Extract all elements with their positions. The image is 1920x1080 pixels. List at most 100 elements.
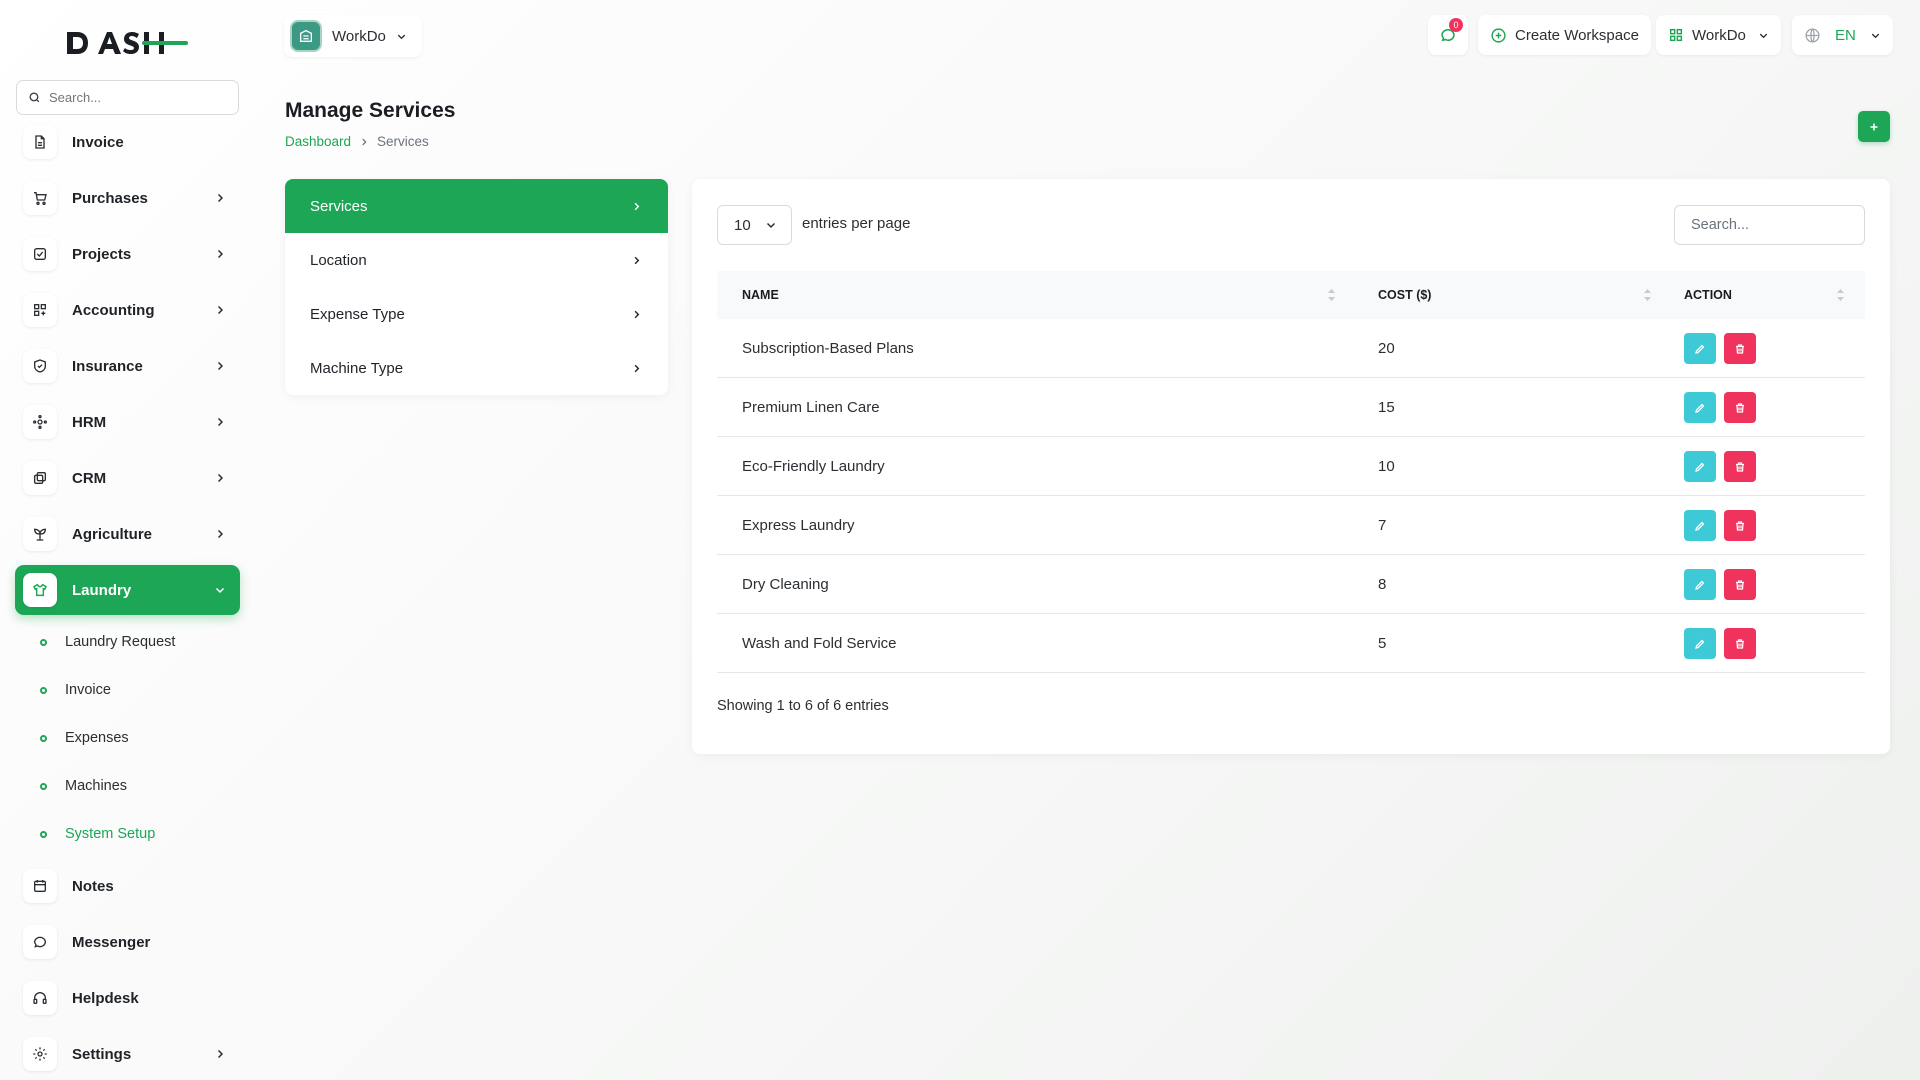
delete-button[interactable] [1724, 628, 1756, 659]
chevron-right-icon [631, 255, 642, 266]
chevron-right-icon [631, 309, 642, 320]
bullet-icon [40, 687, 47, 694]
setup-menu-item-services[interactable]: Services [285, 179, 668, 233]
service-cost: 7 [1378, 496, 1386, 555]
chevron-down-icon [1870, 30, 1881, 41]
delete-button[interactable] [1724, 392, 1756, 423]
service-cost: 8 [1378, 555, 1386, 614]
sidebar-item-messenger[interactable]: Messenger [15, 917, 240, 967]
sidebar-item-label: Projects [72, 246, 214, 263]
dash-logo[interactable] [64, 28, 190, 58]
delete-button[interactable] [1724, 510, 1756, 541]
sort-icon [1836, 288, 1845, 302]
sidebar-item-label: Invoice [72, 134, 240, 151]
edit-button[interactable] [1684, 569, 1716, 600]
entries-per-page-label: entries per page [802, 215, 910, 232]
sidebar-item-crm[interactable]: CRM [15, 453, 240, 503]
create-workspace-button[interactable]: Create Workspace [1478, 15, 1651, 55]
plant-icon [23, 517, 57, 551]
column-header-name[interactable]: Name [742, 271, 1342, 319]
sidebar-item-settings[interactable]: Settings [15, 1029, 240, 1079]
workspace-switcher[interactable]: WorkDo [284, 15, 422, 57]
column-header-action[interactable]: Action [1684, 271, 1854, 319]
service-cost: 20 [1378, 319, 1395, 378]
submenu-item-label: Expenses [65, 730, 129, 746]
table-row: Premium Linen Care 15 [717, 378, 1865, 437]
sort-icon [1643, 288, 1652, 302]
calendar-icon [23, 869, 57, 903]
apps-icon [1668, 27, 1684, 43]
add-service-button[interactable] [1858, 111, 1890, 142]
sidebar-item-label: Insurance [72, 358, 214, 375]
messages-button[interactable]: 0 [1428, 15, 1468, 55]
language-selector[interactable]: EN [1792, 15, 1893, 55]
submenu-item-laundry-request[interactable]: Laundry Request [40, 627, 175, 657]
column-header-cost[interactable]: Cost ($) [1378, 271, 1668, 319]
sidebar-item-hrm[interactable]: HRM [15, 397, 240, 447]
trash-icon [1734, 461, 1746, 473]
sidebar-item-invoice[interactable]: Invoice [15, 117, 240, 167]
edit-button[interactable] [1684, 451, 1716, 482]
users-icon [23, 405, 57, 439]
entries-per-page-select[interactable]: 10 [717, 205, 792, 245]
sidebar-item-projects[interactable]: Projects [15, 229, 240, 279]
checkbox-icon [23, 237, 57, 271]
trash-icon [1734, 579, 1746, 591]
sidebar-item-insurance[interactable]: Insurance [15, 341, 240, 391]
service-name: Subscription-Based Plans [742, 319, 914, 378]
submenu-item-label: Invoice [65, 682, 111, 698]
setup-menu-item-location[interactable]: Location [285, 233, 668, 287]
setup-menu-label: Machine Type [310, 360, 403, 377]
trash-icon [1734, 520, 1746, 532]
submenu-item-expenses[interactable]: Expenses [40, 723, 129, 753]
trash-icon [1734, 343, 1746, 355]
submenu-item-invoice[interactable]: Invoice [40, 675, 111, 705]
service-cost: 15 [1378, 378, 1395, 437]
workspace-menu-label: WorkDo [1692, 27, 1746, 44]
pencil-icon [1694, 402, 1706, 414]
file-icon [23, 125, 57, 159]
submenu-item-machines[interactable]: Machines [40, 771, 127, 801]
grid-icon [23, 293, 57, 327]
edit-button[interactable] [1684, 510, 1716, 541]
service-name: Express Laundry [742, 496, 855, 555]
chevron-right-icon [214, 416, 226, 428]
edit-button[interactable] [1684, 392, 1716, 423]
submenu-item-label: Machines [65, 778, 127, 794]
setup-menu-item-expense-type[interactable]: Expense Type [285, 287, 668, 341]
breadcrumb-dashboard-link[interactable]: Dashboard [285, 134, 351, 149]
edit-button[interactable] [1684, 628, 1716, 659]
setup-menu-label: Services [310, 198, 368, 215]
service-cost: 10 [1378, 437, 1395, 496]
delete-button[interactable] [1724, 451, 1756, 482]
chevron-right-icon [214, 248, 226, 260]
chevron-down-icon [765, 219, 777, 231]
setup-menu-label: Location [310, 252, 367, 269]
sidebar-item-accounting[interactable]: Accounting [15, 285, 240, 335]
sort-icon [1327, 288, 1336, 302]
table-row: Wash and Fold Service 5 [717, 614, 1865, 673]
sidebar-item-laundry[interactable]: Laundry [15, 565, 240, 615]
sidebar-item-purchases[interactable]: Purchases [15, 173, 240, 223]
plus-circle-icon [1490, 27, 1507, 44]
chevron-right-icon [631, 363, 642, 374]
sidebar-search-input[interactable] [49, 90, 219, 105]
edit-button[interactable] [1684, 333, 1716, 364]
setup-menu-item-machine-type[interactable]: Machine Type [285, 341, 668, 395]
sidebar-search[interactable] [16, 80, 239, 115]
sidebar-item-label: HRM [72, 414, 214, 431]
submenu-item-label: Laundry Request [65, 634, 175, 650]
sidebar-item-notes[interactable]: Notes [15, 861, 240, 911]
delete-button[interactable] [1724, 569, 1756, 600]
workspace-menu-button[interactable]: WorkDo [1656, 15, 1781, 55]
service-name: Premium Linen Care [742, 378, 880, 437]
sidebar-item-agriculture[interactable]: Agriculture [15, 509, 240, 559]
table-search-input[interactable] [1674, 205, 1865, 245]
submenu-item-system-setup[interactable]: System Setup [40, 819, 155, 849]
sidebar-item-label: Agriculture [72, 526, 214, 543]
sidebar-item-helpdesk[interactable]: Helpdesk [15, 973, 240, 1023]
trash-icon [1734, 402, 1746, 414]
layers-icon [23, 461, 57, 495]
service-name: Eco-Friendly Laundry [742, 437, 885, 496]
delete-button[interactable] [1724, 333, 1756, 364]
